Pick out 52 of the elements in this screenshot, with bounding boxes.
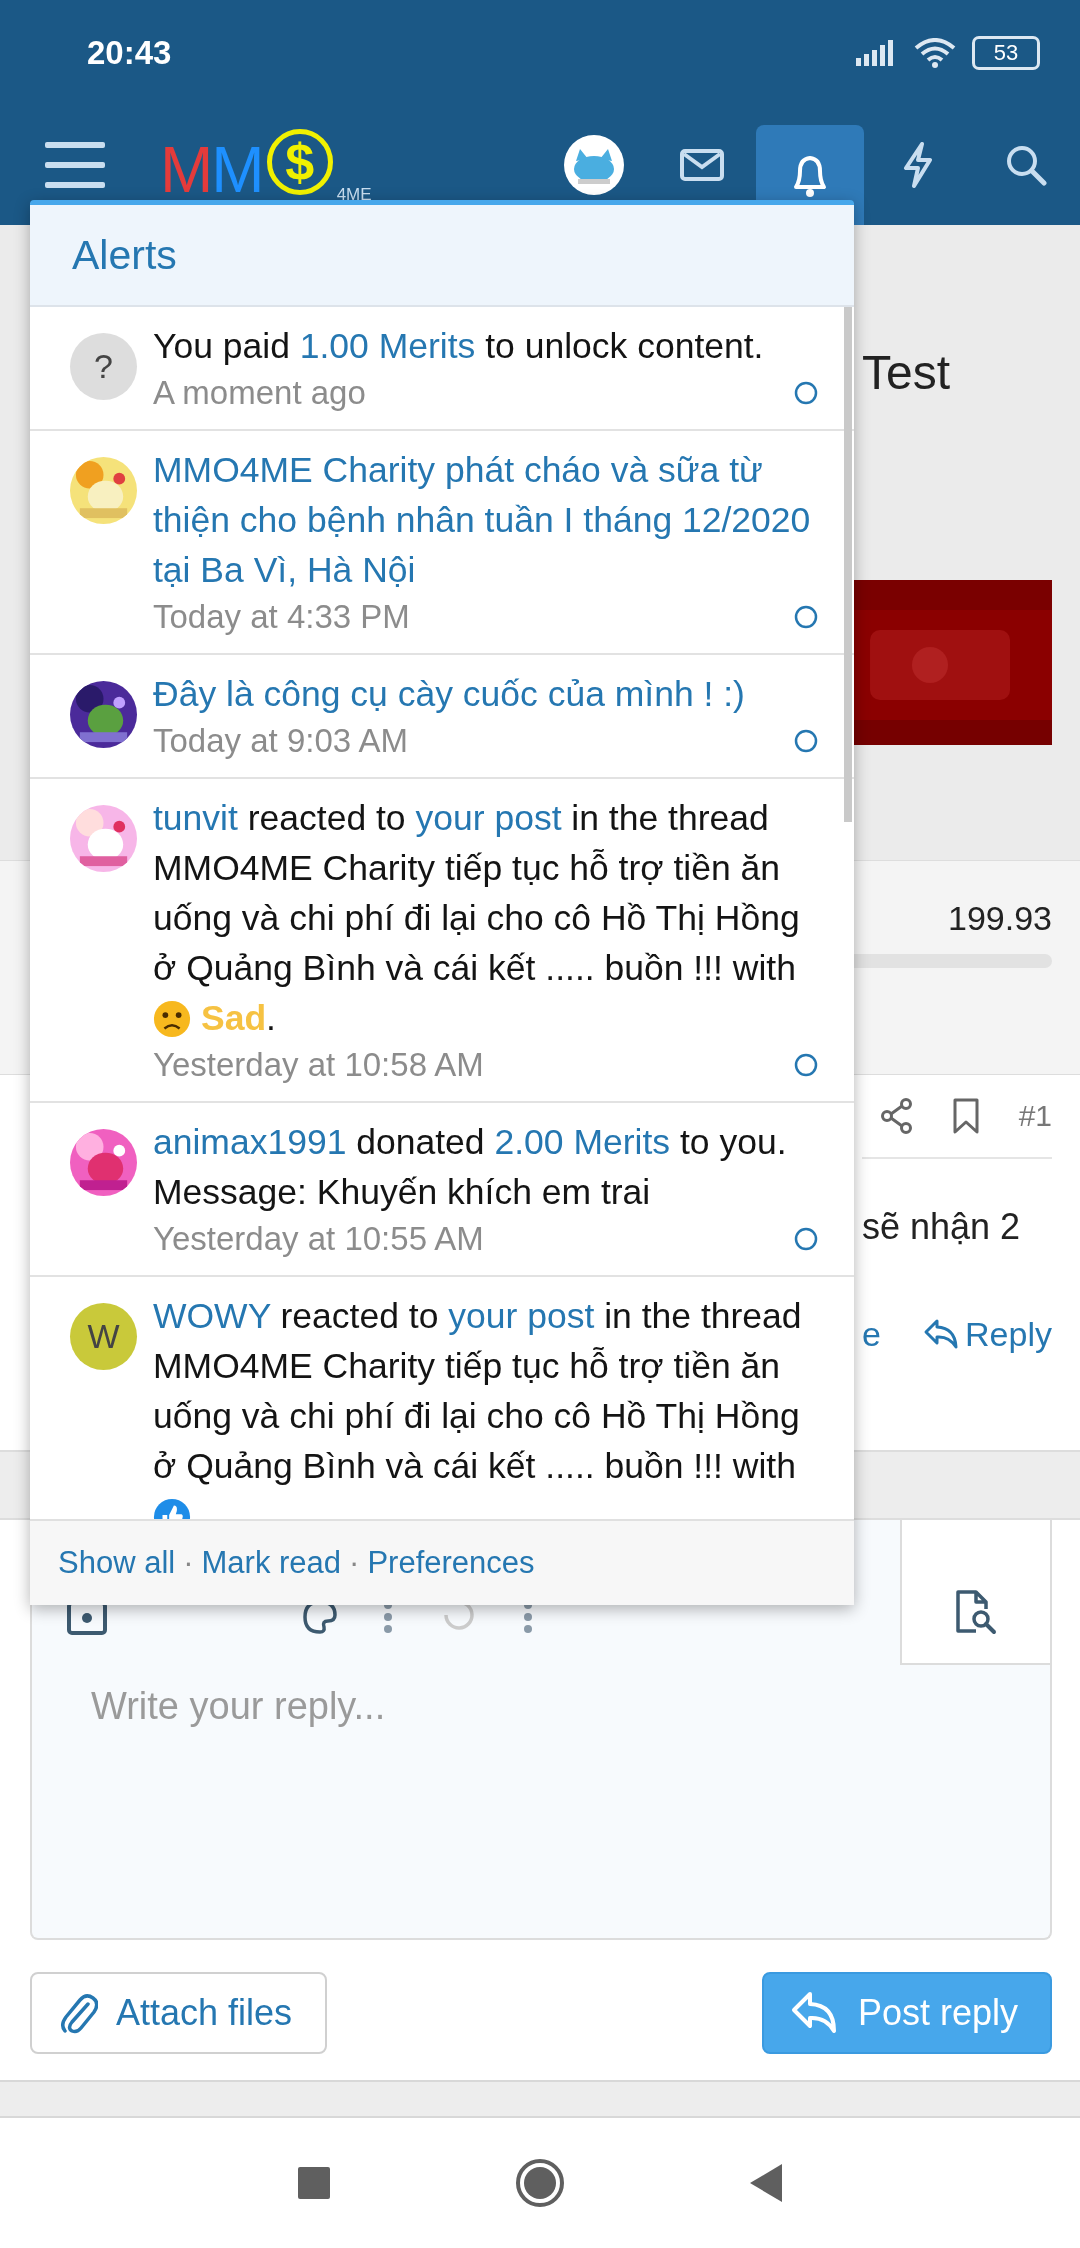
envelope-icon (680, 149, 724, 181)
alert-link[interactable]: your post (448, 1296, 595, 1336)
preview-button[interactable] (900, 1520, 1050, 1665)
back-icon[interactable] (750, 2164, 782, 2202)
alert-link[interactable]: 1.00 Merits (299, 326, 476, 366)
alert-link[interactable]: your post (415, 798, 562, 838)
separator: · (349, 1545, 360, 1581)
alert-link[interactable]: 2.00 Merits (494, 1122, 671, 1162)
post-number[interactable]: #1 (1018, 1099, 1052, 1133)
home-icon[interactable] (515, 2158, 565, 2208)
alert-link[interactable]: animax1991 (153, 1122, 347, 1162)
post-reply-button[interactable]: Post reply (762, 1972, 1052, 2054)
search-icon (1005, 144, 1047, 186)
alert-text: tunvit reacted to your post in the thread MMO4ME Charity tiếp tục hỗ trợ tiền ăn uống và chi phí đi lại cho cô Hồ Thị Hồng ở Quảng Bình và cái kết ..... buồn !!! with Sad. (153, 797, 801, 1040)
popup-title: Alerts (72, 231, 177, 279)
mark-read-icon[interactable] (794, 1227, 818, 1251)
mark-read-icon[interactable] (794, 1053, 818, 1077)
amount-value: 199.93 (948, 899, 1052, 938)
alert-text: animax1991 donated 2.00 Merits to you. Message: Khuyến khích em trai (153, 1121, 788, 1214)
battery-icon: 53 (972, 35, 1040, 70)
sad-face-icon (153, 1000, 191, 1038)
user-avatar: ? (70, 333, 137, 400)
thread-title: Test (862, 345, 952, 400)
bookmark-icon[interactable] (952, 1098, 981, 1134)
alert-item[interactable]: tunvit reacted to your post in the thread MMO4ME Charity tiếp tục hỗ trợ tiền ăn uống và chi phí đi lại cho cô Hồ Thị Hồng ở Quảng Bình và cái kết ..... buồn !!! with Sad. Yesterday at 10:58 AM (30, 779, 854, 1103)
reply-link[interactable]: Reply (923, 1314, 1052, 1354)
alert-link[interactable]: WOWY (153, 1296, 271, 1336)
avatar-icon (564, 135, 624, 195)
reply-icon (923, 1318, 960, 1350)
attach-files-button[interactable]: Attach files (30, 1972, 327, 2054)
alert-item[interactable]: animax1991 donated 2.00 Merits to you. Message: Khuyến khích em trai Yesterday at 10:55 AM (30, 1103, 854, 1277)
alert-text: You paid 1.00 Merits to unlock content. (153, 325, 765, 368)
menu-icon[interactable] (45, 140, 105, 190)
post-text: sẽ nhận 2 (862, 1205, 1021, 1248)
alert-text[interactable]: MMO4ME Charity phát cháo và sữa từ thiện cho bệnh nhân tuần I tháng 12/2020 tại Ba Vì, Hà Nội (153, 445, 818, 595)
mark-read-icon[interactable] (794, 381, 818, 405)
reply-field[interactable]: Write your reply... (36, 1665, 1046, 1934)
alert-link[interactable]: tunvit (153, 798, 238, 838)
share-icon[interactable] (880, 1098, 914, 1134)
alert-time: Yesterday at 10:58 AM (153, 1046, 484, 1084)
wifi-icon (914, 37, 956, 68)
status-time: 20:43 (87, 33, 172, 72)
alert-time: A moment ago (153, 374, 366, 412)
footer-link[interactable]: Show all (58, 1545, 176, 1581)
separator: · (183, 1545, 194, 1581)
lightning-icon (902, 142, 934, 188)
user-avatar: W (70, 1303, 137, 1370)
footer-link[interactable]: Mark read (201, 1545, 342, 1581)
alert-time: Yesterday at 10:55 AM (153, 1220, 484, 1258)
like-link[interactable]: e (862, 1314, 881, 1354)
preview-icon (954, 1589, 998, 1635)
footer-link[interactable]: Preferences (367, 1545, 535, 1581)
